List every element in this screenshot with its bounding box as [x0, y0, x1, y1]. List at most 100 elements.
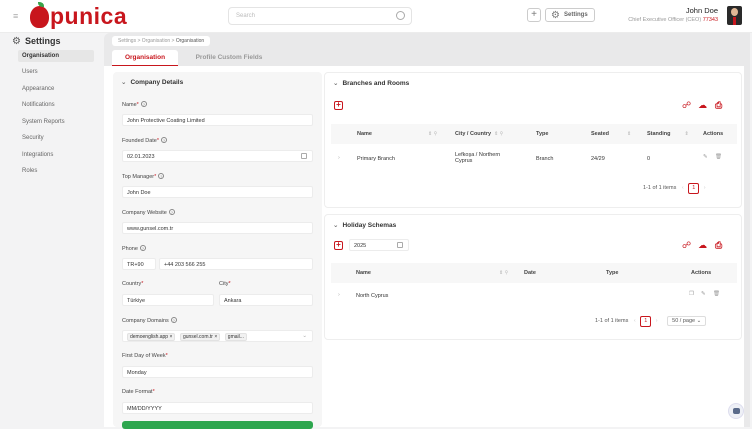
sidebar-item-security[interactable]: Security — [18, 132, 94, 144]
sidebar-item-system-reports[interactable]: System Reports — [18, 116, 94, 128]
col-type: Type — [536, 131, 549, 137]
tab-profile-custom-fields[interactable]: Profile Custom Fields — [184, 50, 274, 66]
phone-code-field[interactable]: TR+90 — [122, 258, 156, 270]
holiday-card: ⌄ Holiday Schemas + 2025 ☍ ☁ ⎙ Name ⇕ ⚲ Da… — [324, 214, 742, 340]
sidebar-item-integrations[interactable]: Integrations — [18, 149, 94, 161]
expand-icon: › — [338, 155, 340, 161]
founded-date-field[interactable]: 02.01.2023 — [122, 150, 313, 162]
col-name[interactable]: Name ⇕ ⚲ — [356, 270, 508, 276]
holiday-header[interactable]: ⌄ Holiday Schemas — [325, 215, 741, 235]
print-icon[interactable]: ⎙ — [715, 100, 722, 111]
sidebar-title: ⚙ Settings — [12, 36, 61, 47]
avatar[interactable] — [727, 6, 742, 25]
col-date: Date — [524, 270, 536, 276]
chatbot-icon[interactable] — [728, 403, 744, 419]
print-icon[interactable]: ⎙ — [715, 240, 722, 251]
date-format-select[interactable]: MM/DD/YYYY — [122, 402, 313, 414]
import-icon[interactable]: ☍ — [682, 240, 691, 251]
phone-field[interactable]: +44 203 566 255 — [159, 258, 313, 270]
domains-label: Company Domains? — [122, 317, 177, 324]
user-role: Chief Executive Officer (CEO) 77343 — [628, 17, 718, 23]
search-input[interactable]: Search — [228, 7, 412, 25]
name-field[interactable]: John Protective Coating Limited — [122, 114, 313, 126]
add-holiday-icon[interactable]: + — [334, 241, 343, 250]
info-icon: ? — [158, 173, 165, 179]
info-icon: ? — [140, 101, 147, 107]
calendar-icon — [397, 242, 403, 248]
next-page-icon[interactable]: › — [656, 318, 658, 324]
delete-icon[interactable]: 🗑 — [715, 154, 722, 160]
settings-button[interactable]: ⚙ Settings — [545, 8, 595, 22]
sidebar-item-roles[interactable]: Roles — [18, 165, 94, 177]
expand-icon: › — [338, 292, 340, 298]
save-button[interactable] — [122, 421, 313, 429]
company-details-card: ⌄ Company Details Name*? John Protective … — [113, 72, 322, 429]
prev-page-icon[interactable]: ‹ — [682, 185, 684, 191]
col-type: Type — [606, 270, 619, 276]
page-1-button[interactable]: 1 — [640, 316, 652, 327]
chevron-down-icon: ⌄ — [333, 222, 339, 229]
info-icon: ? — [161, 137, 167, 143]
country-select[interactable]: Türkiye — [122, 294, 214, 306]
user-info[interactable]: John Doe Chief Executive Officer (CEO) 7… — [628, 6, 718, 23]
col-name[interactable]: Name ⇕ ⚲ — [357, 131, 437, 137]
first-day-select[interactable]: Monday — [122, 366, 313, 378]
chevron-down-icon: ⌄ — [121, 79, 127, 86]
website-field[interactable]: www.gunsel.com.tr — [122, 222, 313, 234]
country-label: Country* — [122, 281, 144, 287]
col-city[interactable]: City / Country ⇕ ⚲ — [455, 131, 503, 137]
breadcrumb: Settings > Organisation > Organisation — [112, 36, 211, 46]
sidebar-item-notifications[interactable]: Notifications — [18, 99, 94, 111]
chevron-down-icon: ⌄ — [302, 333, 307, 339]
sidebar-item-appearance[interactable]: Appearance — [18, 83, 94, 95]
upload-icon[interactable]: ☁ — [698, 240, 707, 251]
logo[interactable]: punica — [30, 1, 128, 30]
domain-tag[interactable]: demoenglish.app × — [127, 333, 176, 341]
copy-icon[interactable]: ❐ — [689, 291, 694, 297]
top-manager-field[interactable]: John Doe — [122, 186, 313, 198]
prev-page-icon[interactable]: ‹ — [634, 318, 636, 324]
top-bar: ≡ punica Search + ⚙ Settings John Doe Ch… — [0, 0, 752, 33]
branches-card: ⌄ Branches and Rooms + ☍ ☁ ⎙ Name ⇕ ⚲ City… — [324, 72, 742, 208]
name-label: Name*? — [122, 101, 147, 108]
domain-tag[interactable]: gunsel.com.tr × — [179, 333, 221, 341]
founded-date-label: Founded Date*? — [122, 137, 167, 144]
chevron-down-icon: ⌄ — [333, 80, 339, 87]
sidebar-item-organisation[interactable]: Organisation — [18, 50, 94, 62]
holiday-table-header: Name ⇕ ⚲ Date Type Actions — [331, 263, 737, 283]
sidebar-item-users[interactable]: Users — [18, 66, 94, 78]
holiday-pagination: 1-1 of 1 items ‹ 1 › 50 / page ⌄ — [595, 316, 707, 327]
date-format-label: Date Format* — [122, 389, 155, 395]
menu-icon[interactable]: ≡ — [13, 11, 18, 21]
page-size-select[interactable]: 50 / page ⌄ — [667, 316, 707, 326]
info-icon: ? — [168, 209, 175, 215]
year-picker[interactable]: 2025 — [349, 239, 409, 251]
next-page-icon[interactable]: › — [704, 185, 706, 191]
add-branch-icon[interactable]: + — [334, 101, 343, 110]
edit-icon[interactable]: ✎ — [701, 291, 706, 297]
tab-organisation[interactable]: Organisation — [112, 50, 178, 66]
phone-label: Phone? — [122, 245, 146, 252]
col-seated[interactable]: Seated ⇕ — [591, 131, 631, 137]
info-icon: ? — [139, 245, 146, 251]
upload-icon[interactable]: ☁ — [698, 100, 707, 111]
website-label: Company Website? — [122, 209, 175, 216]
company-details-header[interactable]: ⌄ Company Details — [113, 72, 322, 92]
city-select[interactable]: Ankara — [219, 294, 313, 306]
col-standing[interactable]: Standing ⇕ — [647, 131, 689, 137]
branches-header[interactable]: ⌄ Branches and Rooms — [325, 73, 741, 93]
logo-text: punica — [50, 3, 128, 29]
import-icon[interactable]: ☍ — [682, 100, 691, 111]
city-label: City* — [219, 281, 231, 287]
page-1-button[interactable]: 1 — [688, 183, 700, 194]
info-icon: ? — [170, 317, 177, 323]
add-button[interactable]: + — [527, 8, 541, 22]
domain-tag[interactable]: gmail... — [224, 333, 247, 341]
gears-icon: ⚙ — [12, 36, 21, 47]
first-day-label: First Day of Week* — [122, 353, 168, 359]
edit-icon[interactable]: ✎ — [703, 154, 708, 160]
branches-pagination: 1-1 of 1 items ‹ 1 › — [643, 183, 706, 194]
domains-select[interactable]: demoenglish.app × gunsel.com.tr × gmail.… — [122, 330, 313, 342]
sidebar: ⚙ Settings Organisation Users Appearance … — [0, 33, 100, 427]
delete-icon[interactable]: 🗑 — [713, 291, 720, 297]
